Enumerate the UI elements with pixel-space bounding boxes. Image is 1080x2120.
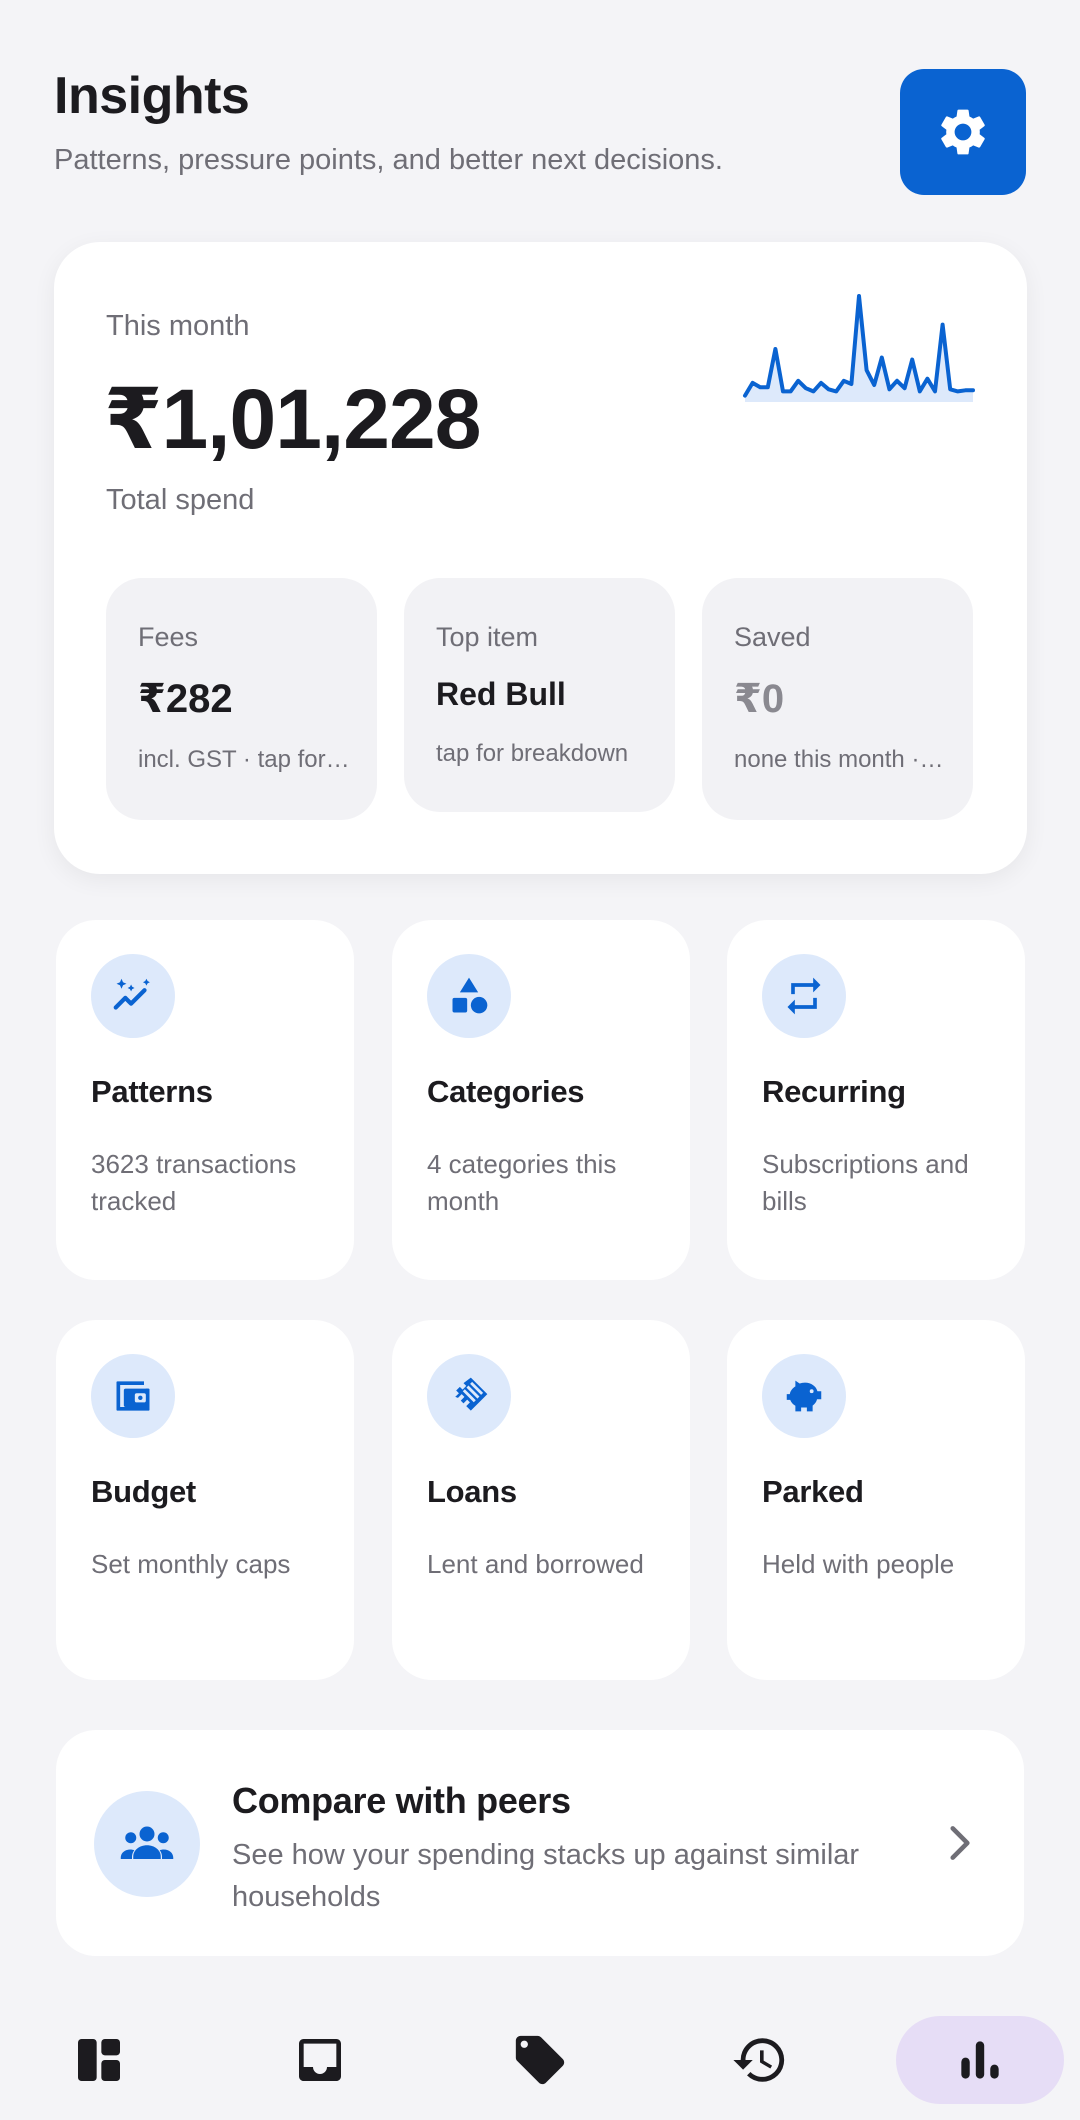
tile-title: Categories: [427, 1074, 585, 1109]
settings-button[interactable]: [900, 69, 1026, 195]
tile-parked[interactable]: Parked Held with people: [727, 1320, 1025, 1680]
shapes-icon: [427, 954, 511, 1038]
nav-dashboard[interactable]: [24, 2016, 174, 2104]
tile-title: Parked: [762, 1474, 864, 1509]
spend-sparkline: [743, 294, 975, 402]
bar-chart-icon: [961, 2041, 999, 2079]
peers-title: Compare with peers: [232, 1780, 571, 1821]
gear-icon: [941, 109, 985, 155]
dashboard-icon: [78, 2039, 120, 2081]
tag-icon: [515, 2035, 565, 2085]
stat-label: Top item: [436, 622, 539, 652]
tile-title: Budget: [91, 1474, 196, 1509]
summary-caption: Total spend: [106, 484, 255, 516]
total-spend-amount: ₹1,01,228: [104, 372, 481, 466]
tile-desc: 3623 transactions tracked: [91, 1149, 297, 1216]
tile-desc: Held with people: [762, 1549, 955, 1579]
tile-desc: Lent and borrowed: [427, 1549, 644, 1579]
fees-stat-card[interactable]: Fees ₹282 incl. GST · tap for breakdown: [106, 578, 377, 820]
stat-value: ₹0: [734, 677, 785, 721]
stat-value: ₹282: [138, 677, 233, 721]
nav-history[interactable]: [685, 2016, 835, 2104]
peers-desc: See how your spending stacks up against …: [232, 1839, 860, 1913]
stat-note: incl. GST · tap for breakdown: [138, 746, 353, 773]
top-item-stat-card[interactable]: Top item Red Bull tap for breakdown: [404, 578, 675, 812]
tile-loans[interactable]: Loans Lent and borrowed: [392, 1320, 690, 1680]
tile-desc: Set monthly caps: [91, 1549, 291, 1579]
tile-title: Recurring: [762, 1074, 906, 1109]
handshake-icon: [427, 1354, 511, 1438]
wallet-icon: [91, 1354, 175, 1438]
history-icon: [733, 2038, 785, 2082]
page-title: Insights: [54, 67, 250, 125]
tile-categories[interactable]: Categories 4 categories this month: [392, 920, 690, 1280]
stat-note: none this month · tap for details: [734, 746, 949, 773]
tile-desc: 4 categories this month: [427, 1149, 617, 1216]
saved-stat-card[interactable]: Saved ₹0 none this month · tap for detai…: [702, 578, 973, 820]
stat-note: tap for breakdown: [436, 740, 629, 767]
inbox-icon: [299, 2039, 341, 2081]
tile-patterns[interactable]: Patterns 3623 transactions tracked: [56, 920, 354, 1280]
tile-title: Patterns: [91, 1074, 213, 1109]
tile-budget[interactable]: Budget Set monthly caps: [56, 1320, 354, 1680]
summary-label: This month: [106, 310, 250, 342]
stat-label: Fees: [138, 622, 199, 652]
monthly-summary-card[interactable]: This month ₹1,01,228 Total spend Fees ₹2…: [54, 242, 1027, 874]
nav-inbox[interactable]: [245, 2016, 395, 2104]
nav-insights[interactable]: [896, 2016, 1064, 2104]
repeat-icon: [762, 954, 846, 1038]
stat-value: Red Bull: [436, 676, 566, 712]
page-subtitle: Patterns, pressure points, and better ne…: [54, 144, 723, 176]
tile-title: Loans: [427, 1474, 517, 1509]
people-group-icon: [94, 1791, 200, 1897]
header: Insights Patterns, pressure points, and …: [54, 66, 1026, 196]
nav-tags[interactable]: [465, 2016, 615, 2104]
bottom-navigation: [0, 2010, 1080, 2120]
tile-recurring[interactable]: Recurring Subscriptions and bills: [727, 920, 1025, 1280]
piggy-bank-icon: [762, 1354, 846, 1438]
compare-peers-card[interactable]: Compare with peers See how your spending…: [56, 1730, 1024, 1956]
chevron-right-icon: [950, 1826, 970, 1860]
stat-label: Saved: [734, 622, 811, 652]
sparkle-trend-icon: [91, 954, 175, 1038]
tile-desc: Subscriptions and bills: [762, 1149, 969, 1216]
